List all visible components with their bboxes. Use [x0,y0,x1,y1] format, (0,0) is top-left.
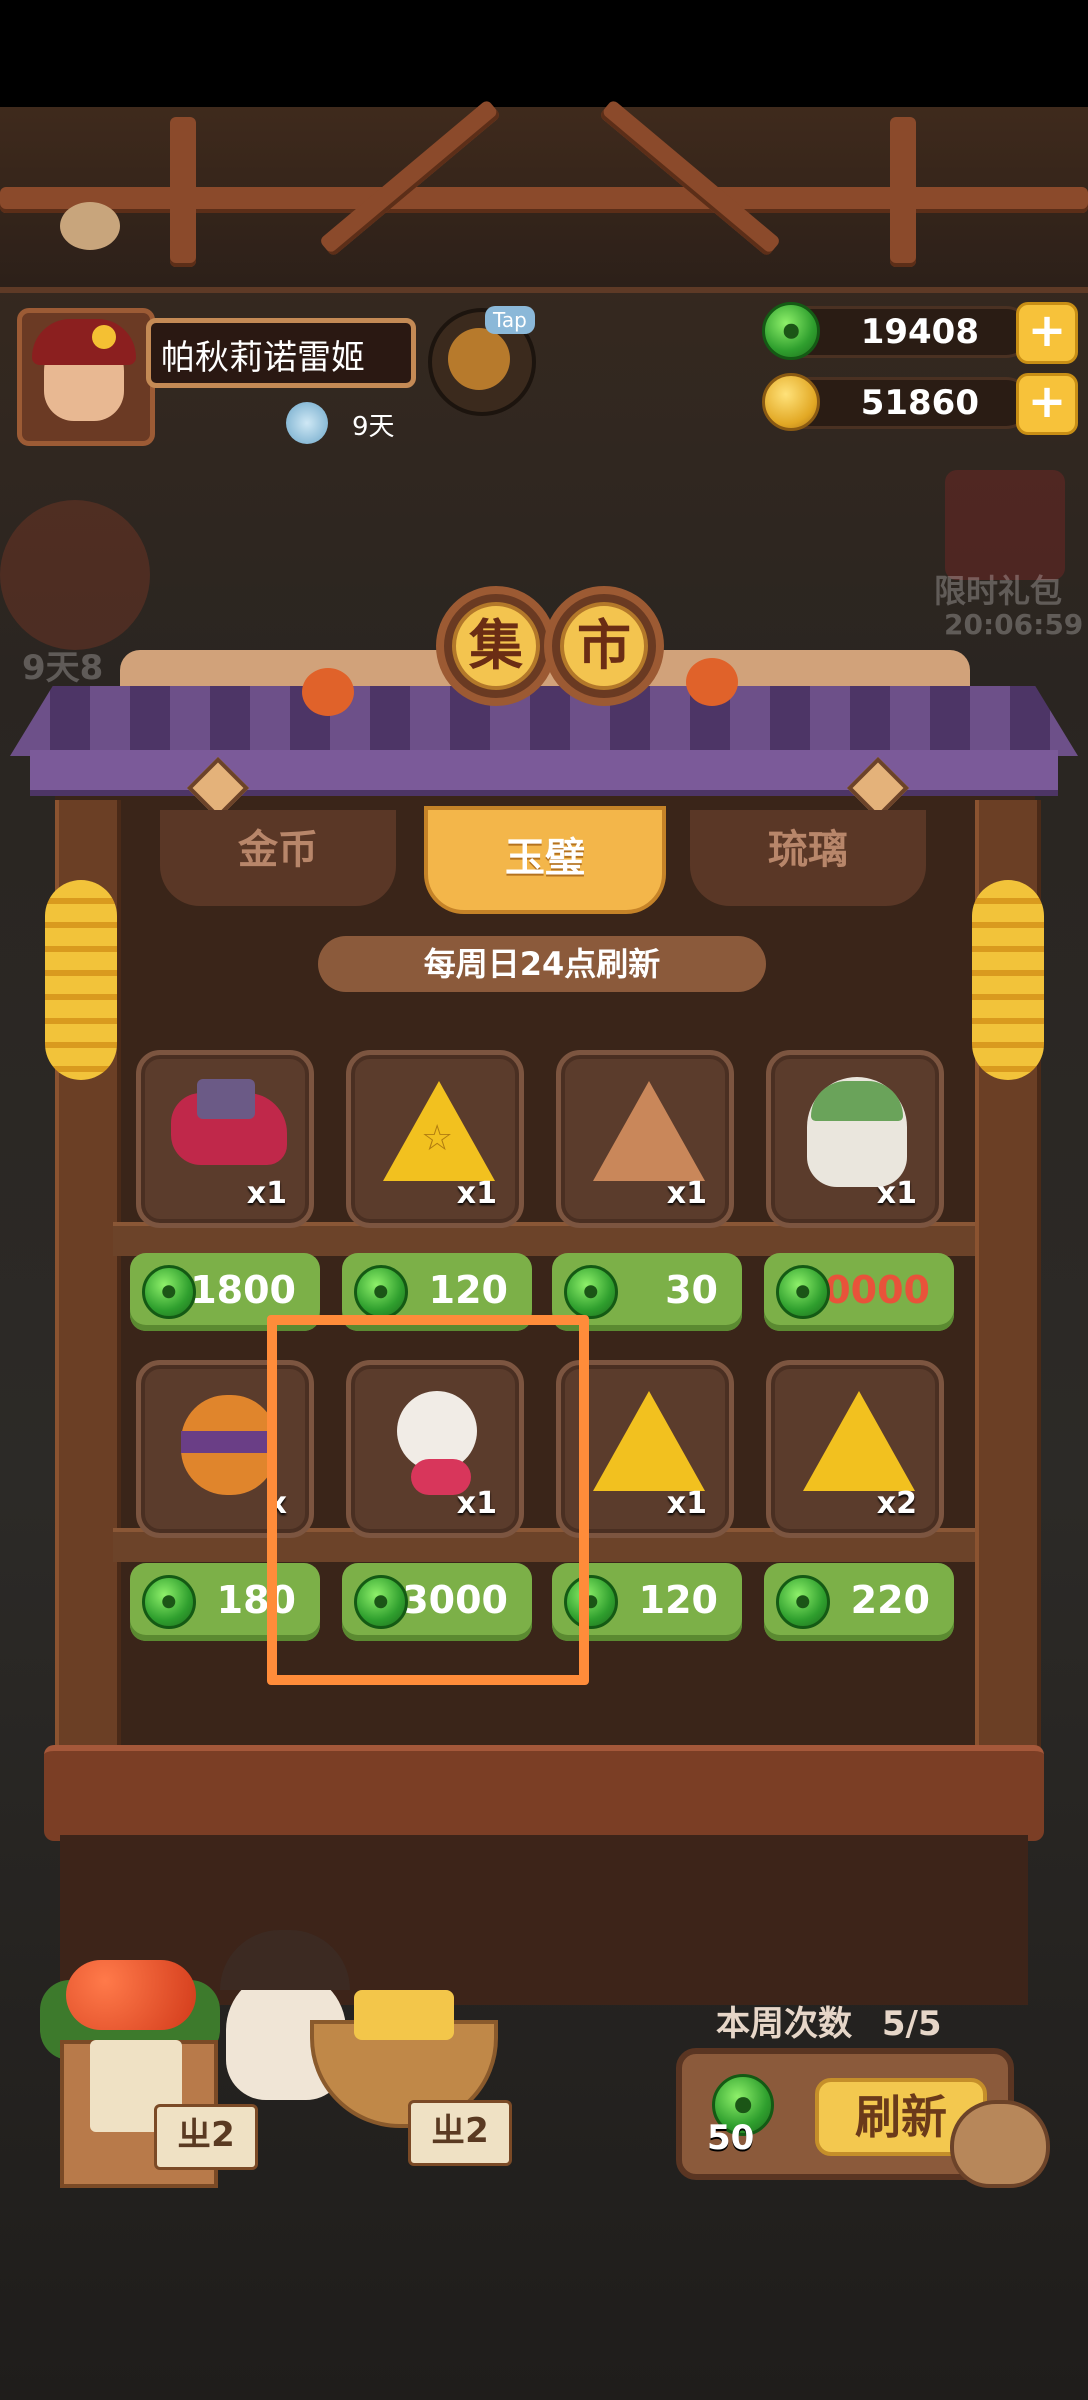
persimmon-icon [302,668,354,716]
gift-pack-timer: 20:06:59 [944,608,1084,641]
add-coin-button[interactable]: + [1016,373,1078,435]
persimmon-pile-icon [66,1960,196,2030]
days-badge-icon [286,402,328,444]
yellow-rune-badge-icon [803,1391,915,1491]
tab-gold-coin[interactable]: 金币 [160,810,396,906]
corn-left-icon [45,880,117,1080]
add-jade-button[interactable]: + [1016,302,1078,364]
persimmon-icon [686,658,738,706]
price-button[interactable]: 220 [764,1563,954,1641]
price-value: 1800 [190,1268,296,1312]
player-name: 帕秋莉诺雷姬 [146,318,416,388]
price-value: 30 [665,1268,718,1312]
jade-icon [354,1265,408,1319]
tap-label: Tap [485,306,535,334]
shop-counter [44,1745,1044,1841]
coin-icon [762,373,820,431]
item-quantity: x1 [666,1486,707,1521]
shop-item-slot[interactable]: x1 [136,1050,314,1228]
item-quantity: x1 [456,1176,497,1211]
stall-price-tag: ㄓ2 [408,2100,512,2166]
price-value: 120 [638,1578,718,1622]
counter-body [60,1835,1028,2005]
jade-icon [142,1575,196,1629]
shop-item-slot[interactable]: x1 [556,1050,734,1228]
shop-item-slot[interactable]: x2 [766,1360,944,1538]
refresh-schedule-note: 每周日24点刷新 [318,936,766,992]
gift-pack-label: 限时礼包 [934,572,1063,610]
shop-title-char: 集 [452,602,540,690]
jade-icon [564,1265,618,1319]
weekly-count: 5/5 [881,2004,942,2044]
cat-mascot-icon [950,2100,1050,2188]
item-quantity: x1 [666,1176,707,1211]
login-days: 9天 [352,412,395,442]
refresh-cost: 50 [707,2118,755,2158]
price-value: 120 [428,1268,508,1312]
shop-title-disc: 市 [544,586,664,706]
jade-icon [776,1575,830,1629]
tab-glaze[interactable]: 琉璃 [690,810,926,906]
price-value: 220 [850,1578,930,1622]
tab-jade[interactable]: 玉璧 [424,806,666,914]
player-avatar[interactable] [17,308,155,446]
price-button[interactable]: 30000 [764,1253,954,1331]
highlight-box [267,1315,589,1685]
shop-title-char: 市 [560,602,648,690]
jade-icon [142,1265,196,1319]
shop-item-slot[interactable]: ☆ x1 [346,1050,524,1228]
jade-icon [762,302,820,360]
event-icon-left [0,500,150,650]
item-quantity: x1 [246,1176,287,1211]
shop-item-slot[interactable]: x1 [766,1050,944,1228]
jade-icon [776,1265,830,1319]
ceiling-beams [0,98,1088,293]
corn-right-icon [972,880,1044,1080]
weekly-refresh-label: 本周次数 5/5 [716,1996,942,2045]
gift-pack-icon [945,470,1065,580]
item-quantity: x1 [876,1176,917,1211]
weekly-label: 本周次数 [716,2004,852,2044]
yellow-rune-badge-icon [593,1391,705,1491]
brown-triangle-badge-icon [593,1081,705,1181]
shop-title-disc: 集 [436,586,556,706]
stall-price-tag: ㄓ2 [154,2104,258,2170]
item-quantity: x2 [876,1486,917,1521]
